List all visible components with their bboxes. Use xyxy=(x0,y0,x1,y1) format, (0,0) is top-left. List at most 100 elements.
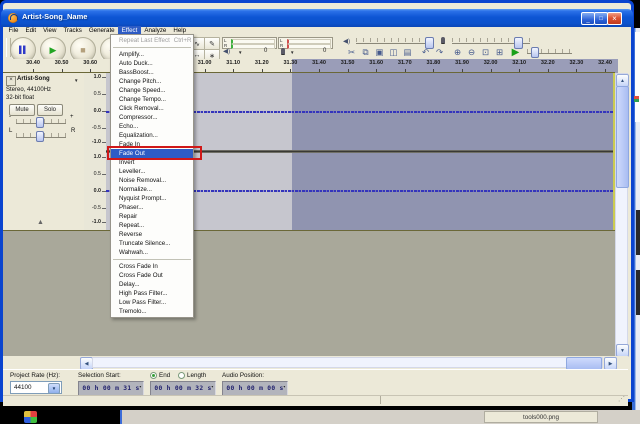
chevron-down-icon[interactable]: ▼ xyxy=(238,50,242,55)
track-close-button[interactable]: × xyxy=(6,76,16,86)
menu-view[interactable]: View xyxy=(40,26,60,36)
menu-item-label: Change Speed... xyxy=(119,86,165,95)
scale-label: -0.5 xyxy=(85,125,101,131)
menu-item-change-tempo[interactable]: Change Tempo... xyxy=(111,95,193,104)
menu-item-wahwah[interactable]: Wahwah... xyxy=(111,248,193,257)
menu-item-normalize[interactable]: Normalize... xyxy=(111,185,193,194)
menu-item-compressor[interactable]: Compressor... xyxy=(111,113,193,122)
end-radio-label[interactable]: End xyxy=(159,372,170,379)
undo-button[interactable]: ↶ xyxy=(419,46,432,59)
output-volume-slider[interactable] xyxy=(356,38,432,42)
field-arrow-icon[interactable]: ▾ xyxy=(139,385,142,390)
zoom-selection-button[interactable]: ⊡ xyxy=(479,46,492,59)
menu-item-shortcut: Ctrl+R xyxy=(174,36,192,45)
playback-meter[interactable]: L R xyxy=(222,37,277,49)
menu-item-repeat[interactable]: Repeat... xyxy=(111,221,193,230)
trim-button[interactable]: ◫ xyxy=(387,46,400,59)
field-arrow-icon[interactable]: ▾ xyxy=(211,385,214,390)
menu-item-bassboost[interactable]: BassBoost... xyxy=(111,68,193,77)
maximize-button[interactable]: □ xyxy=(594,12,608,25)
zoom-fit-button[interactable]: ⊞ xyxy=(493,46,506,59)
menu-item-label: Low Pass Filter... xyxy=(119,298,166,307)
copy-button[interactable]: ⧉ xyxy=(359,46,372,59)
selection-start-field[interactable]: 00 h 00 m 31 s ▾ xyxy=(78,381,144,396)
timeline-ruler[interactable]: 30.4030.5030.6030.7030.8030.9031.0031.10… xyxy=(3,59,628,73)
menu-item-truncate-silence[interactable]: Truncate Silence... xyxy=(111,239,193,248)
desktop-icon[interactable] xyxy=(24,411,37,423)
transcription-thumb[interactable] xyxy=(531,47,539,58)
solo-button[interactable]: Solo xyxy=(37,104,63,116)
menu-item-repair[interactable]: Repair xyxy=(111,212,193,221)
end-field[interactable]: 00 h 00 m 32 s ▾ xyxy=(150,381,216,396)
project-rate-value: 44100 xyxy=(14,384,32,391)
cut-button[interactable]: ✂ xyxy=(345,46,358,59)
field-arrow-icon[interactable]: ▾ xyxy=(283,385,286,390)
menu-item-label: Compressor... xyxy=(119,113,158,122)
menu-item-echo[interactable]: Echo... xyxy=(111,122,193,131)
zoom-out-button[interactable]: ⊖ xyxy=(465,46,478,59)
background-thumbnail xyxy=(636,270,640,315)
menu-file[interactable]: File xyxy=(5,26,22,36)
menu-edit[interactable]: Edit xyxy=(22,26,40,36)
menu-item-change-pitch[interactable]: Change Pitch... xyxy=(111,77,193,86)
end-value: 00 h 00 m 32 s xyxy=(154,385,211,392)
project-rate-select[interactable]: 44100 ▼ xyxy=(10,381,62,394)
taskbar-file-label: tools000.png xyxy=(523,414,559,421)
ruler-label: 31.30 xyxy=(276,60,304,66)
menu-item-reverse[interactable]: Reverse xyxy=(111,230,193,239)
taskbar-file-item[interactable]: tools000.png xyxy=(484,411,598,423)
menu-item-equalization[interactable]: Equalization... xyxy=(111,131,193,140)
menu-item-amplify[interactable]: Amplify... xyxy=(111,50,193,59)
track-menu-icon[interactable]: ▼ xyxy=(74,78,78,83)
menu-tracks[interactable]: Tracks xyxy=(60,26,85,36)
ruler-label: 30.60 xyxy=(76,60,104,66)
pan-thumb[interactable] xyxy=(36,131,44,142)
end-radio[interactable] xyxy=(150,372,157,379)
play-icon: ▶ xyxy=(50,45,57,56)
paste-button[interactable]: ▣ xyxy=(373,46,386,59)
scale-label: -0.5 xyxy=(85,205,101,211)
menu-item-phaser[interactable]: Phaser... xyxy=(111,203,193,212)
redo-button[interactable]: ↷ xyxy=(433,46,446,59)
resize-grip[interactable]: ⋰ xyxy=(618,395,625,403)
menu-item-delay[interactable]: Delay... xyxy=(111,280,193,289)
ruler-label: 32.10 xyxy=(505,60,533,66)
length-radio[interactable] xyxy=(178,372,185,379)
minimize-button[interactable]: _ xyxy=(581,12,595,25)
menu-item-cross-fade-in[interactable]: Cross Fade In xyxy=(111,262,193,271)
combo-arrow-icon[interactable]: ▼ xyxy=(48,383,60,394)
scale-label: 1.0 xyxy=(85,154,101,160)
menu-item-leveller[interactable]: Leveller... xyxy=(111,167,193,176)
menu-item-auto-duck[interactable]: Auto Duck... xyxy=(111,59,193,68)
track-name[interactable]: Artist-Song xyxy=(17,76,50,82)
scale-label: 0.5 xyxy=(85,171,101,177)
menu-item-nyquist-prompt[interactable]: Nyquist Prompt... xyxy=(111,194,193,203)
empty-track-area xyxy=(3,231,615,356)
menu-item-low-pass-filter[interactable]: Low Pass Filter... xyxy=(111,298,193,307)
close-button[interactable]: × xyxy=(607,12,622,25)
menu-item-label: Auto Duck... xyxy=(119,59,153,68)
menu-item-change-speed[interactable]: Change Speed... xyxy=(111,86,193,95)
gain-thumb[interactable] xyxy=(36,117,44,128)
audio-position-value: 00 h 00 m 00 s xyxy=(226,385,283,392)
menu-item-high-pass-filter[interactable]: High Pass Filter... xyxy=(111,289,193,298)
speaker-icon[interactable]: ◀) xyxy=(223,48,230,55)
menu-item-cross-fade-out[interactable]: Cross Fade Out xyxy=(111,271,193,280)
chevron-down-icon[interactable]: ▼ xyxy=(290,50,294,55)
scale-label: 0.5 xyxy=(85,91,101,97)
transcription-play-button[interactable]: ▶ xyxy=(509,46,522,59)
silence-button[interactable]: ▤ xyxy=(401,46,414,59)
h-scrollbar[interactable] xyxy=(92,357,603,368)
audio-position-field[interactable]: 00 h 00 m 00 s ▾ xyxy=(222,381,288,396)
v-scroll-thumb[interactable] xyxy=(616,86,629,188)
mic-icon[interactable] xyxy=(281,48,285,55)
vertical-scale[interactable]: 1.00.50.0-0.5-1.01.00.50.0-0.5-1.0 xyxy=(84,73,107,230)
length-radio-label[interactable]: Length xyxy=(187,372,206,379)
menu-item-tremolo[interactable]: Tremolo... xyxy=(111,307,193,316)
menu-item-noise-removal[interactable]: Noise Removal... xyxy=(111,176,193,185)
title-bar[interactable] xyxy=(1,9,633,27)
zoom-in-button[interactable]: ⊕ xyxy=(451,46,464,59)
menu-item-click-removal[interactable]: Click Removal... xyxy=(111,104,193,113)
mute-button[interactable]: Mute xyxy=(9,104,35,116)
collapse-icon[interactable]: ▲ xyxy=(37,219,44,226)
